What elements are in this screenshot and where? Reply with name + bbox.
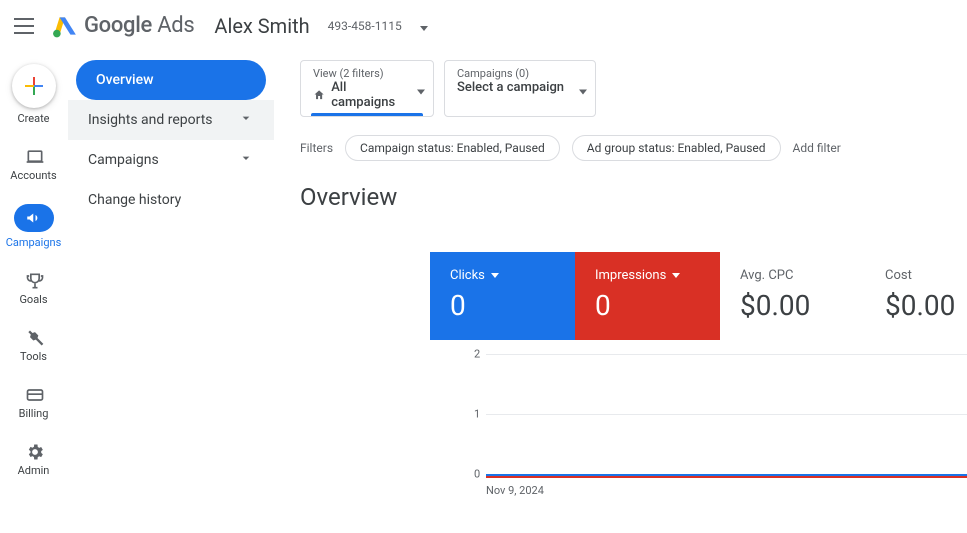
metric-clicks-value: 0: [450, 289, 555, 322]
home-icon: [313, 88, 325, 102]
caret-down-icon: [417, 79, 425, 98]
account-name[interactable]: Alex Smith: [214, 14, 309, 38]
rail-goals[interactable]: Goals: [0, 267, 67, 310]
chevron-down-icon: [238, 150, 254, 170]
chevron-down-icon: [238, 110, 254, 130]
accounts-icon: [25, 147, 43, 165]
nav-overview[interactable]: Overview: [76, 60, 266, 100]
rail-billing-label: Billing: [19, 407, 49, 420]
view-selector-value: All campaigns: [331, 80, 403, 110]
chart-area: 2 1 0 Nov 9, 2024: [430, 340, 967, 510]
campaign-selector[interactable]: Campaigns (0) Select a campaign: [444, 60, 596, 117]
rail-tools-label: Tools: [20, 350, 47, 363]
metric-avg-cpc[interactable]: Avg. CPC $0.00: [720, 252, 865, 340]
campaign-selector-value: Select a campaign: [457, 80, 564, 95]
chart-ytick: 0: [474, 468, 480, 481]
rail-tools[interactable]: Tools: [0, 324, 67, 367]
metric-clicks-label: Clicks: [450, 268, 485, 283]
page-title: Overview: [300, 183, 967, 211]
metric-clicks[interactable]: Clicks 0: [430, 252, 575, 340]
main-content: View (2 filters) All campaigns Campaigns…: [300, 60, 967, 211]
product-logo[interactable]: Google Ads: [52, 13, 194, 39]
nav-overview-label: Overview: [96, 72, 153, 88]
chart-gridline: [486, 354, 967, 355]
rail-campaigns-pill: [14, 204, 54, 232]
metric-impressions[interactable]: Impressions 0: [575, 252, 720, 340]
nav-change-history-label: Change history: [88, 192, 181, 208]
google-ads-logo-icon: [52, 13, 78, 39]
card-icon: [25, 385, 43, 403]
nav-insights-label: Insights and reports: [88, 112, 213, 128]
metric-impressions-label: Impressions: [595, 268, 666, 283]
scorecard: Clicks 0 Impressions 0 Avg. CPC $0.00 Co…: [430, 252, 967, 510]
rail-campaigns-label: Campaigns: [6, 236, 62, 249]
caret-down-icon: [672, 273, 680, 278]
metric-cost-label: Cost: [885, 268, 912, 283]
rail-create-label: Create: [17, 112, 49, 125]
nav-campaigns[interactable]: Campaigns: [68, 140, 274, 180]
chart-xlabel: Nov 9, 2024: [486, 484, 544, 497]
view-selector-label: View (2 filters): [313, 67, 403, 80]
rail-admin[interactable]: Admin: [0, 438, 67, 481]
filters-label: Filters: [300, 141, 333, 155]
rail-billing[interactable]: Billing: [0, 381, 67, 424]
rail-campaigns[interactable]: Campaigns: [0, 200, 67, 253]
metric-impressions-value: 0: [595, 289, 700, 322]
caret-down-icon: [491, 273, 499, 278]
metric-cost[interactable]: Cost $0.00: [865, 252, 967, 340]
metric-cpc-value: $0.00: [740, 289, 845, 322]
view-selector[interactable]: View (2 filters) All campaigns: [300, 60, 434, 117]
main-menu-icon[interactable]: [14, 14, 38, 38]
tools-icon: [25, 328, 43, 346]
account-id: 493-458-1115: [328, 19, 402, 33]
megaphone-icon: [25, 209, 43, 227]
rail-admin-label: Admin: [18, 464, 50, 477]
plus-icon: [25, 77, 43, 95]
create-fab[interactable]: [12, 64, 56, 108]
add-filter-button[interactable]: Add filter: [793, 141, 841, 155]
brand-text: Google Ads: [84, 13, 194, 38]
left-rail: Create Accounts Campaigns Goals Tools Bi…: [0, 52, 68, 533]
trophy-icon: [25, 271, 43, 289]
metric-cpc-label: Avg. CPC: [740, 268, 793, 283]
chart-ytick: 1: [474, 408, 480, 421]
nav-change-history[interactable]: Change history: [68, 180, 274, 220]
chart-line-clicks: [486, 474, 967, 476]
rail-accounts-label: Accounts: [10, 169, 56, 182]
nav-campaigns-label: Campaigns: [88, 152, 159, 168]
filter-chip-adgroup-status[interactable]: Ad group status: Enabled, Paused: [572, 135, 781, 161]
chart-line-impressions: [486, 476, 967, 478]
caret-down-icon: [420, 26, 428, 31]
rail-goals-label: Goals: [19, 293, 47, 306]
side-nav: Overview Insights and reports Campaigns …: [68, 60, 274, 220]
campaign-selector-label: Campaigns (0): [457, 67, 565, 80]
metric-cost-value: $0.00: [885, 289, 967, 322]
rail-create[interactable]: Create: [0, 60, 67, 129]
rail-accounts[interactable]: Accounts: [0, 143, 67, 186]
caret-down-icon: [579, 79, 587, 98]
gear-icon: [25, 442, 43, 460]
filter-chip-campaign-status[interactable]: Campaign status: Enabled, Paused: [345, 135, 560, 161]
chart-gridline: [486, 414, 967, 415]
chart-ytick: 2: [474, 348, 480, 361]
nav-insights[interactable]: Insights and reports: [68, 100, 274, 140]
account-switcher-caret[interactable]: [420, 16, 428, 35]
